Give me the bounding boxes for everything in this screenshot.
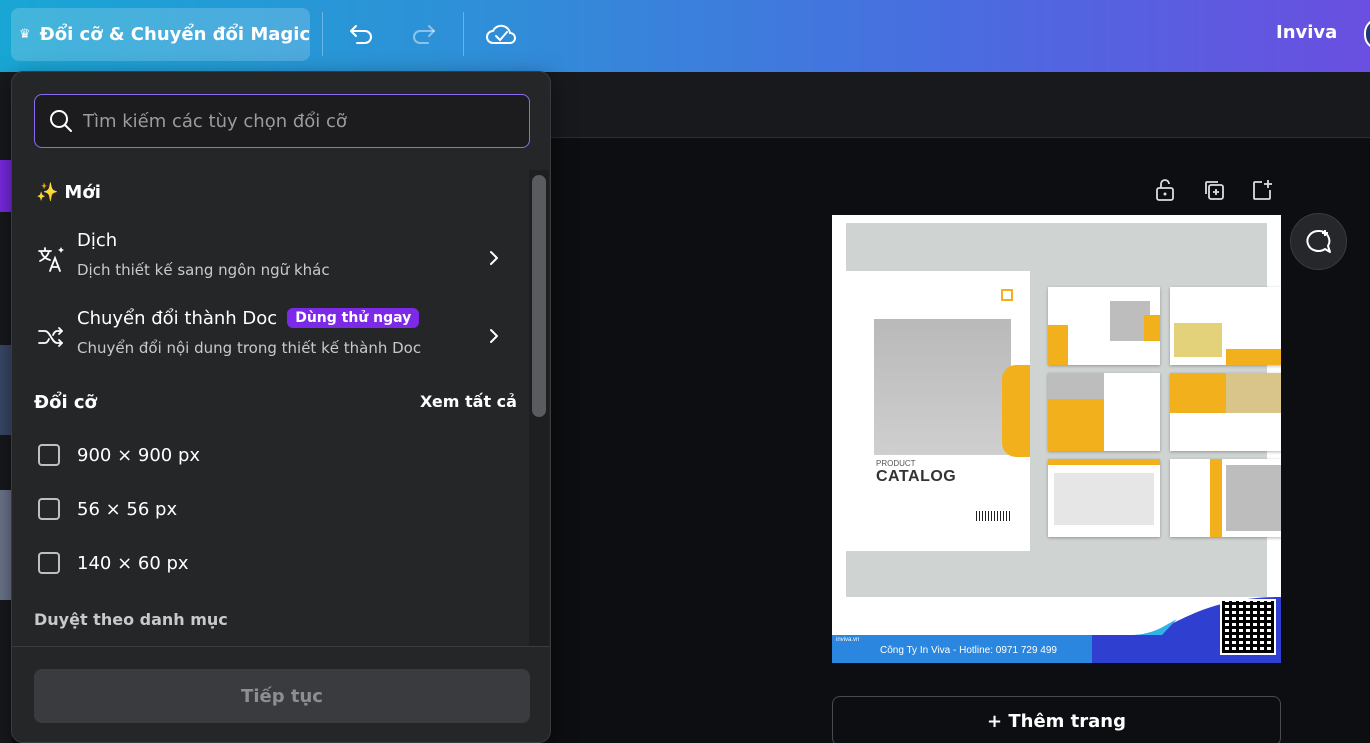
chevron-right-icon	[480, 322, 508, 350]
shuffle-icon	[36, 322, 66, 352]
convert-doc-title-wrap: Chuyển đổi thành Doc Dùng thử ngay	[77, 308, 420, 329]
add-comment-button[interactable]	[1290, 213, 1347, 270]
add-page-label: + Thêm trang	[987, 710, 1126, 732]
chair-photo	[874, 319, 1011, 455]
toolbar-divider	[463, 12, 464, 56]
size-option[interactable]: 140 × 60 px	[34, 543, 514, 583]
catalog-spread	[1048, 459, 1160, 537]
crown-icon: ♛	[19, 27, 31, 42]
translate-title: Dịch	[77, 230, 118, 251]
size-checkbox[interactable]	[38, 552, 60, 574]
decorative-square	[1001, 289, 1013, 301]
catalog-spread	[1048, 287, 1160, 365]
resize-section-title: Đổi cỡ	[34, 392, 97, 413]
translate-option[interactable]: Dịch Dịch thiết kế sang ngôn ngữ khác	[26, 224, 526, 292]
add-page-button[interactable]: + Thêm trang	[832, 696, 1281, 743]
try-now-badge: Dùng thử ngay	[287, 308, 420, 328]
resize-magic-label: Đổi cỡ & Chuyển đổi Magic	[39, 24, 311, 45]
catalog-spread	[1170, 373, 1281, 451]
size-checkbox[interactable]	[38, 498, 60, 520]
qr-code	[1220, 599, 1276, 655]
size-checkbox[interactable]	[38, 444, 60, 466]
convert-doc-subtitle: Chuyển đổi nội dung trong thiết kế thành…	[77, 339, 422, 357]
search-box[interactable]	[34, 94, 530, 148]
browse-by-category-title: Duyệt theo danh mục	[34, 610, 228, 629]
scrollbar-thumb[interactable]	[532, 175, 546, 417]
footer-hotline: Công Ty In Viva - Hotline: 0971 729 499	[880, 645, 1057, 656]
sparkle-icon: ✨	[36, 182, 59, 203]
catalog-spread	[1170, 287, 1281, 365]
convert-to-doc-option[interactable]: Chuyển đổi thành Doc Dùng thử ngay Chuyển…	[26, 302, 526, 370]
resize-dropdown-panel: ✨ Mới Dịch Dịch thiết kế sang ngôn ngữ k…	[11, 71, 551, 743]
translate-icon	[36, 244, 66, 274]
cloud-saved-icon[interactable]	[485, 18, 517, 50]
undo-icon[interactable]	[345, 18, 377, 50]
new-section-title: Mới	[64, 182, 101, 203]
add-page-icon[interactable]	[1248, 176, 1276, 204]
search-icon	[47, 107, 75, 135]
size-label: 56 × 56 px	[77, 498, 178, 520]
top-bar: ♛ Đổi cỡ & Chuyển đổi Magic Inviva	[0, 0, 1370, 72]
lock-icon[interactable]	[1151, 176, 1179, 204]
decorative-yellow-block	[1002, 365, 1030, 457]
size-label: 900 × 900 px	[77, 444, 201, 466]
catalog-spread	[1048, 373, 1160, 451]
catalog-spread	[1170, 459, 1281, 537]
search-input[interactable]	[83, 110, 503, 132]
size-label: 140 × 60 px	[77, 552, 189, 574]
translate-subtitle: Dịch thiết kế sang ngôn ngữ khác	[77, 261, 330, 279]
panel-footer: Tiếp tục	[12, 646, 550, 742]
convert-doc-title: Chuyển đổi thành Doc	[77, 308, 278, 329]
barcode	[976, 511, 1012, 521]
catalog-label: CATALOG	[876, 468, 957, 485]
inviva-logo: inviva.vn	[836, 637, 860, 643]
avatar[interactable]	[1364, 18, 1370, 50]
duplicate-page-icon[interactable]	[1200, 176, 1228, 204]
product-label: PRODUCT	[876, 459, 916, 468]
design-page[interactable]: PRODUCT CATALOG inviva.vn Công Ty In Viv…	[832, 215, 1281, 663]
size-option[interactable]: 900 × 900 px	[34, 435, 514, 475]
catalog-image: PRODUCT CATALOG	[846, 223, 1281, 597]
continue-label: Tiếp tục	[241, 685, 323, 707]
continue-button[interactable]: Tiếp tục	[34, 669, 530, 723]
toolbar-divider	[322, 12, 323, 56]
chevron-right-icon	[480, 244, 508, 272]
new-section-header: ✨ Mới	[36, 182, 101, 203]
comment-plus-icon	[1305, 229, 1331, 253]
brand-name[interactable]: Inviva	[1276, 22, 1337, 43]
catalog-cover: PRODUCT CATALOG	[846, 271, 1030, 551]
resize-magic-button[interactable]: ♛ Đổi cỡ & Chuyển đổi Magic	[11, 8, 310, 61]
redo-icon[interactable]	[408, 18, 440, 50]
size-option[interactable]: 56 × 56 px	[34, 489, 514, 529]
see-all-link[interactable]: Xem tất cả	[420, 392, 517, 411]
